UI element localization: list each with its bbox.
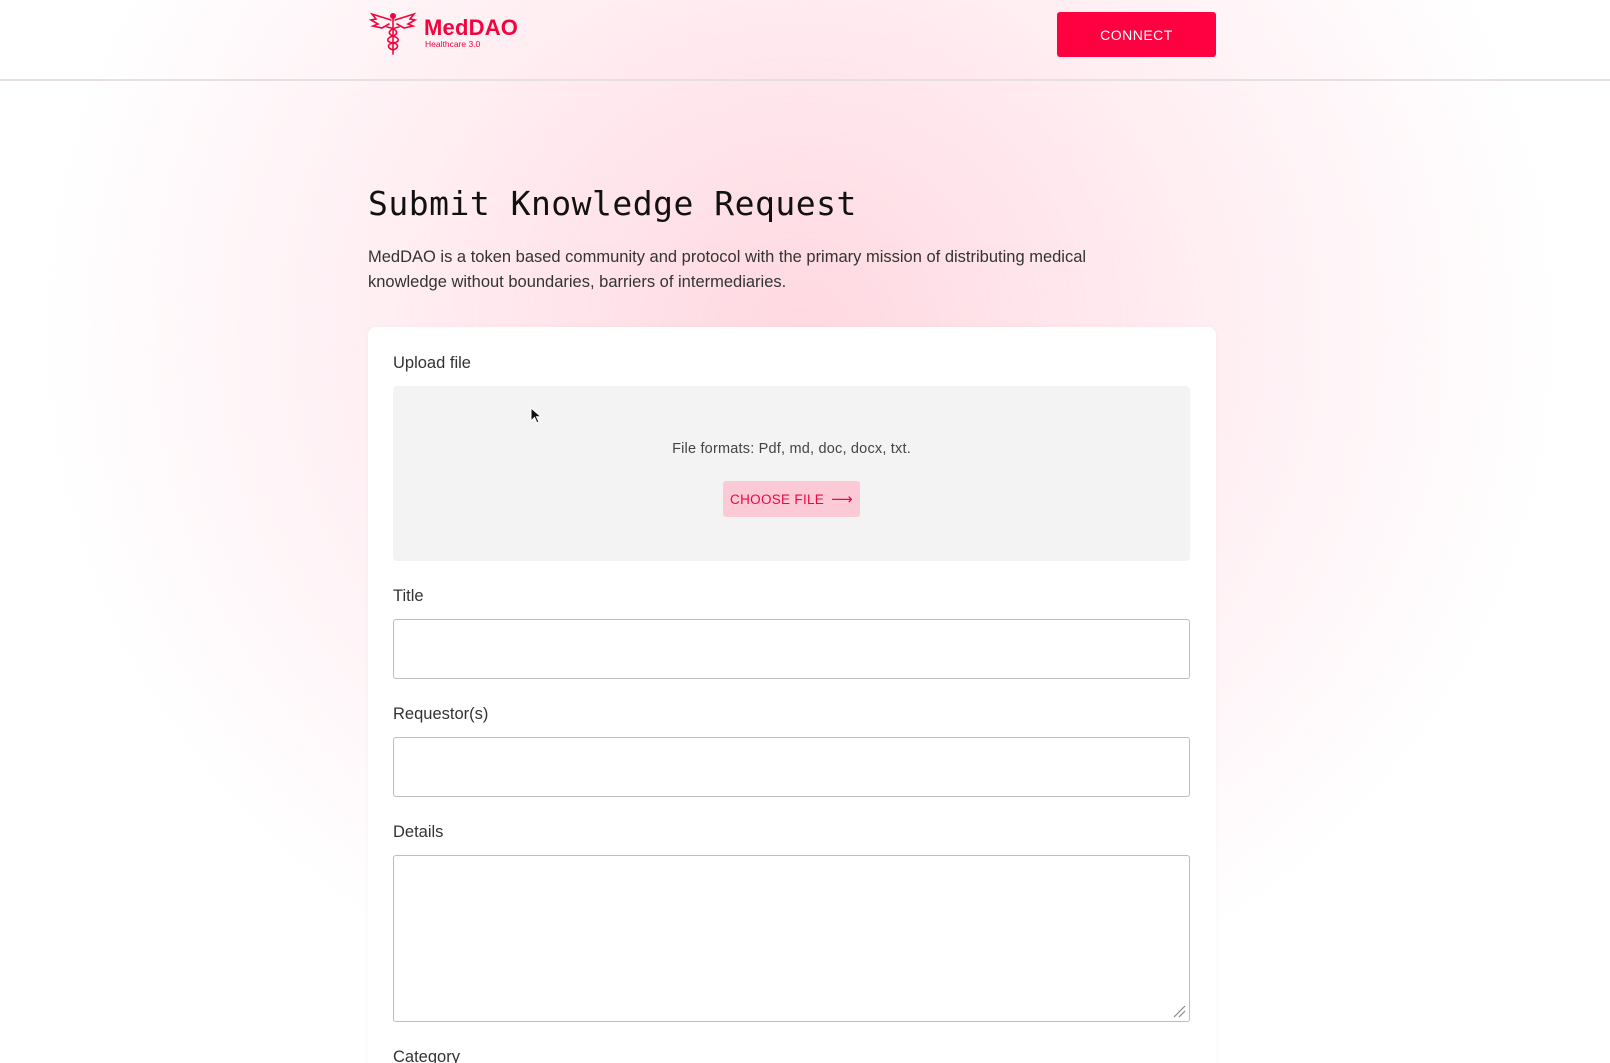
choose-file-button[interactable]: CHOOSE FILE ⟶ xyxy=(723,481,860,517)
page-description: MedDAO is a token based community and pr… xyxy=(368,248,1087,291)
connect-button[interactable]: CONNECT xyxy=(1057,12,1216,57)
caduceus-icon xyxy=(368,12,418,55)
file-formats-hint: File formats: Pdf, md, doc, docx, txt. xyxy=(672,441,911,457)
title-label: Title xyxy=(393,587,424,605)
title-input[interactable] xyxy=(393,619,1190,679)
logo-subtitle: Healthcare 3.0 xyxy=(425,39,481,49)
requestors-label: Requestor(s) xyxy=(393,705,489,723)
upload-file-label: Upload file xyxy=(393,354,471,372)
details-label: Details xyxy=(393,823,444,841)
requestors-input[interactable] xyxy=(393,737,1190,797)
logo-name: MedDAO xyxy=(424,15,519,40)
arrow-right-icon: ⟶ xyxy=(831,491,853,508)
file-dropzone[interactable]: File formats: Pdf, md, doc, docx, txt. C… xyxy=(393,386,1190,561)
page-title: Submit Knowledge Request xyxy=(368,184,857,223)
category-label: Category xyxy=(393,1048,460,1063)
top-navbar: MedDAO Healthcare 3.0 CONNECT xyxy=(0,0,1610,81)
resize-handle-icon[interactable] xyxy=(1172,1004,1186,1018)
mouse-pointer-icon xyxy=(530,407,542,424)
logo[interactable]: MedDAO Healthcare 3.0 xyxy=(368,12,518,56)
choose-file-label: CHOOSE FILE xyxy=(730,491,825,507)
knowledge-request-form: Upload file File formats: Pdf, md, doc, … xyxy=(368,327,1216,1063)
details-textarea[interactable] xyxy=(393,855,1190,1022)
